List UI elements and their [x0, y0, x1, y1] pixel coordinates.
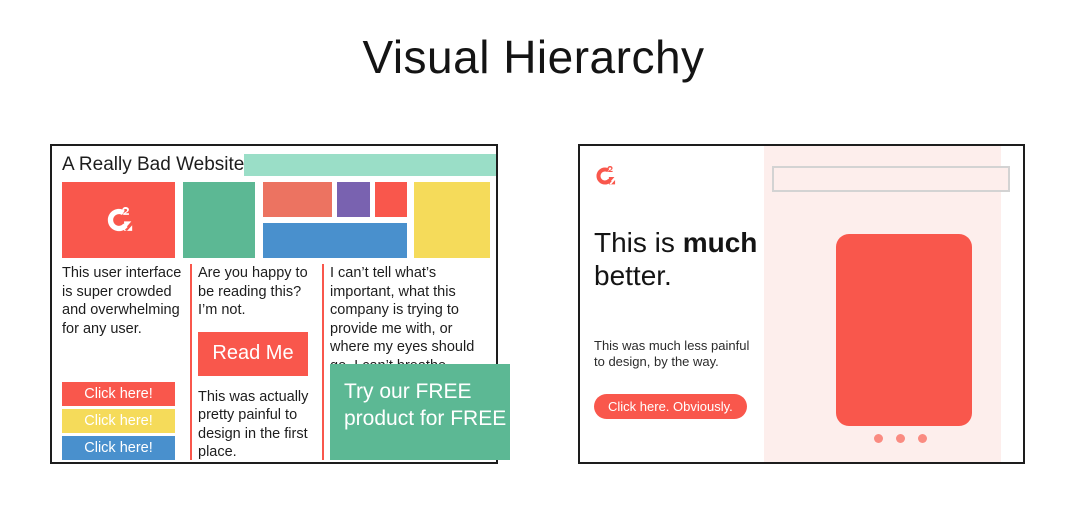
g2-logo-icon — [596, 166, 616, 185]
bad-purple-block — [337, 182, 370, 217]
good-subtext: This was much less painful to design, by… — [594, 338, 750, 369]
bad-column-3: I can’t tell what’s important, what this… — [322, 264, 510, 460]
hero-image-placeholder — [836, 234, 972, 426]
carousel-dot-1[interactable] — [874, 434, 883, 443]
bad-column-2-text: Are you happy to be reading this? I’m no… — [198, 265, 308, 318]
good-heading: This is much better. — [594, 226, 774, 292]
bad-column-1-text: This user interface is super crowded and… — [62, 265, 182, 337]
bad-yellow-block — [414, 182, 490, 258]
bad-header-bar — [244, 154, 496, 176]
bad-column-3-text: I can’t tell what’s important, what this… — [330, 265, 475, 374]
good-heading-bold: much — [682, 227, 758, 258]
search-input[interactable] — [772, 166, 1010, 192]
bad-column-2-text-2: This was actually pretty painful to desi… — [198, 388, 309, 461]
click-here-button-blue[interactable]: Click here! — [62, 436, 175, 460]
bad-green-block — [183, 182, 255, 258]
click-here-button-red[interactable]: Click here! — [62, 382, 175, 406]
bad-column-1: This user interface is super crowded and… — [62, 264, 182, 460]
carousel-dot-2[interactable] — [896, 434, 905, 443]
free-product-cta[interactable]: Try our FREE product for FREE — [330, 364, 510, 460]
g2-logo-icon — [107, 206, 132, 232]
good-heading-part-2: better. — [594, 260, 672, 291]
good-logo — [592, 163, 618, 189]
bad-button-stack: Click here! Click here! Click here! — [62, 379, 175, 460]
bad-red-block — [375, 182, 407, 217]
carousel-dot-3[interactable] — [918, 434, 927, 443]
good-website-mockup: This is much better. This was much less p… — [578, 144, 1025, 464]
read-me-button[interactable]: Read Me — [198, 331, 308, 376]
bad-logo-block — [62, 182, 175, 258]
good-heading-part-1: This is — [594, 227, 683, 258]
bad-site-header: A Really Bad Website — [62, 152, 496, 178]
page-title: Visual Hierarchy — [362, 31, 705, 83]
screenshot-root: Visual Hierarchy A Really Bad Website Th… — [0, 0, 1067, 513]
bad-content-columns: This user interface is super crowded and… — [62, 264, 510, 460]
click-here-button-yellow[interactable]: Click here! — [62, 409, 175, 433]
bad-website-mockup: A Really Bad Website This user interface… — [50, 144, 510, 464]
bad-blue-block — [263, 223, 407, 258]
carousel-dots[interactable] — [874, 434, 934, 444]
click-here-obviously-button[interactable]: Click here. Obviously. — [594, 394, 747, 419]
bad-column-2: Are you happy to be reading this? I’m no… — [190, 264, 318, 460]
bad-salmon-block — [263, 182, 332, 217]
bad-block-grid — [62, 182, 490, 258]
bad-site-title: A Really Bad Website — [62, 154, 245, 175]
